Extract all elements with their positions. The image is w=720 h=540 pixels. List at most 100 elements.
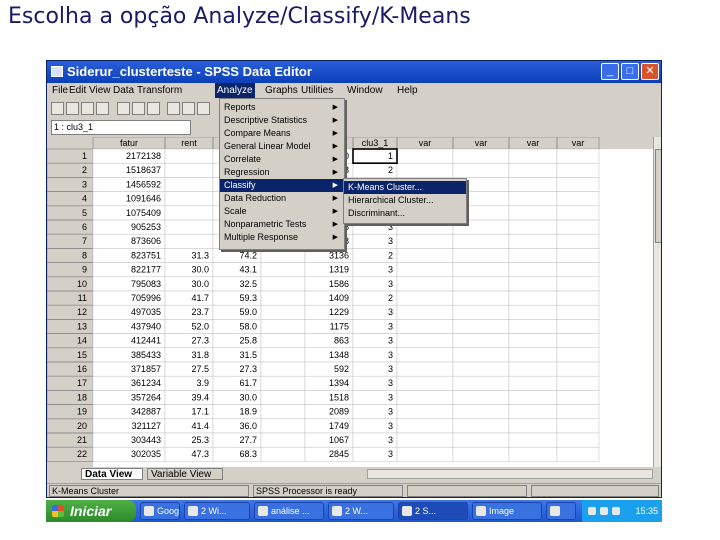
grid-cell[interactable] [260, 333, 306, 349]
grid-cell[interactable] [452, 432, 510, 448]
grid-cell[interactable] [452, 276, 510, 292]
menu-item-general-linear-model[interactable]: General Linear Model ▶ [220, 140, 344, 153]
tray-antivirus-icon[interactable] [612, 507, 620, 515]
grid-cell[interactable] [508, 205, 558, 221]
menu-item-discriminant[interactable]: Discriminant... [344, 207, 466, 220]
grid-cell[interactable] [260, 319, 306, 334]
open-icon[interactable] [51, 102, 64, 115]
grid-cell[interactable] [508, 446, 558, 462]
menu-graphs[interactable]: Graphs [265, 85, 298, 96]
grid-cell[interactable] [452, 418, 510, 434]
tray-volume-icon[interactable] [588, 507, 596, 515]
minimize-button[interactable]: _ [601, 63, 619, 80]
taskbar-item-analise[interactable]: análise ... [254, 502, 324, 520]
grid-cell[interactable] [396, 262, 454, 278]
vertical-scrollbar[interactable] [653, 137, 661, 467]
grid-cell[interactable] [396, 404, 454, 420]
scroll-thumb[interactable] [655, 149, 661, 243]
menu-edit[interactable]: Edit [69, 85, 86, 96]
grid-cell[interactable] [556, 375, 600, 391]
horizontal-scrollbar[interactable] [367, 469, 653, 479]
grid-cell[interactable] [260, 304, 306, 320]
grid-cell[interactable] [508, 404, 558, 420]
grid-cell[interactable] [556, 191, 600, 207]
menu-item-scale[interactable]: Scale ▶ [220, 205, 344, 218]
grid-cell[interactable] [508, 375, 558, 391]
grid-cell[interactable] [396, 347, 454, 363]
grid-cell[interactable] [452, 375, 510, 391]
grid-cell[interactable] [164, 191, 214, 207]
grid-cell[interactable] [452, 262, 510, 278]
grid-cell[interactable] [452, 319, 510, 334]
grid-cell[interactable] [396, 148, 454, 164]
grid-cell[interactable] [556, 432, 600, 448]
undo-icon[interactable] [117, 102, 130, 115]
grid-cell[interactable] [556, 248, 600, 263]
grid-cell[interactable] [508, 418, 558, 434]
grid-cell[interactable] [508, 361, 558, 377]
menu-item-multiple-response[interactable]: Multiple Response ▶ [220, 231, 344, 244]
grid-cell[interactable] [508, 290, 558, 306]
redo-icon[interactable] [132, 102, 145, 115]
grid-cell[interactable] [508, 390, 558, 405]
dialog-recall-icon[interactable] [96, 102, 109, 115]
grid-cell[interactable] [452, 404, 510, 420]
variables-icon[interactable] [182, 102, 195, 115]
menu-analyze[interactable]: Analyze [215, 83, 255, 98]
grid-cell[interactable] [260, 375, 306, 391]
grid-cell[interactable] [164, 205, 214, 221]
grid-cell[interactable] [556, 446, 600, 462]
menu-transform[interactable]: Transform [137, 85, 182, 96]
tab-variable-view[interactable]: Variable View [147, 468, 223, 480]
grid-cell[interactable] [260, 404, 306, 420]
grid-cell[interactable] [396, 162, 454, 178]
grid-cell[interactable] [164, 233, 214, 249]
grid-cell[interactable] [452, 148, 510, 164]
grid-cell[interactable] [556, 304, 600, 320]
goto-chart-icon[interactable] [147, 102, 160, 115]
grid-cell[interactable] [452, 304, 510, 320]
taskbar-item-google[interactable]: Google [140, 502, 180, 520]
tray-network-icon[interactable] [600, 507, 608, 515]
grid-cell[interactable] [508, 333, 558, 349]
grid-cell[interactable] [508, 347, 558, 363]
grid-cell[interactable] [556, 390, 600, 405]
grid-cell[interactable] [452, 347, 510, 363]
cell-reference[interactable]: 1 : clu3_1 [51, 120, 191, 135]
grid-cell[interactable] [260, 276, 306, 292]
menu-item-correlate[interactable]: Correlate ▶ [220, 153, 344, 166]
taskbar-item-extra[interactable] [546, 502, 576, 520]
menu-item-regression[interactable]: Regression ▶ [220, 166, 344, 179]
grid-cell[interactable] [508, 191, 558, 207]
grid-cell[interactable] [164, 219, 214, 235]
grid-cell[interactable] [556, 290, 600, 306]
menu-item-data-reduction[interactable]: Data Reduction ▶ [220, 192, 344, 205]
grid-cell[interactable] [396, 304, 454, 320]
grid-cell[interactable] [508, 304, 558, 320]
print-icon[interactable] [81, 102, 94, 115]
grid-cell[interactable] [508, 219, 558, 235]
grid-cell[interactable] [396, 418, 454, 434]
find-icon[interactable] [197, 102, 210, 115]
grid-cell[interactable] [452, 390, 510, 405]
grid-cell[interactable] [164, 162, 214, 178]
menu-data[interactable]: Data [113, 85, 134, 96]
grid-cell[interactable] [508, 276, 558, 292]
grid-cell[interactable] [556, 333, 600, 349]
taskbar-item-image[interactable]: Image [472, 502, 542, 520]
menu-help[interactable]: Help [397, 85, 418, 96]
grid-cell[interactable] [452, 333, 510, 349]
menu-item-reports[interactable]: Reports ▶ [220, 101, 344, 114]
grid-cell[interactable] [260, 446, 306, 462]
grid-cell[interactable] [396, 233, 454, 249]
grid-cell[interactable] [556, 262, 600, 278]
start-button[interactable]: Iniciar [46, 500, 136, 522]
grid-cell[interactable] [556, 418, 600, 434]
grid-cell[interactable] [452, 248, 510, 263]
menu-utilities[interactable]: Utilities [301, 85, 333, 96]
goto-case-icon[interactable] [167, 102, 180, 115]
grid-cell[interactable] [396, 390, 454, 405]
taskbar-item-spss[interactable]: 2 S... [398, 502, 468, 520]
taskbar-item-word-2[interactable]: 2 W... [328, 502, 394, 520]
menu-window[interactable]: Window [347, 85, 383, 96]
